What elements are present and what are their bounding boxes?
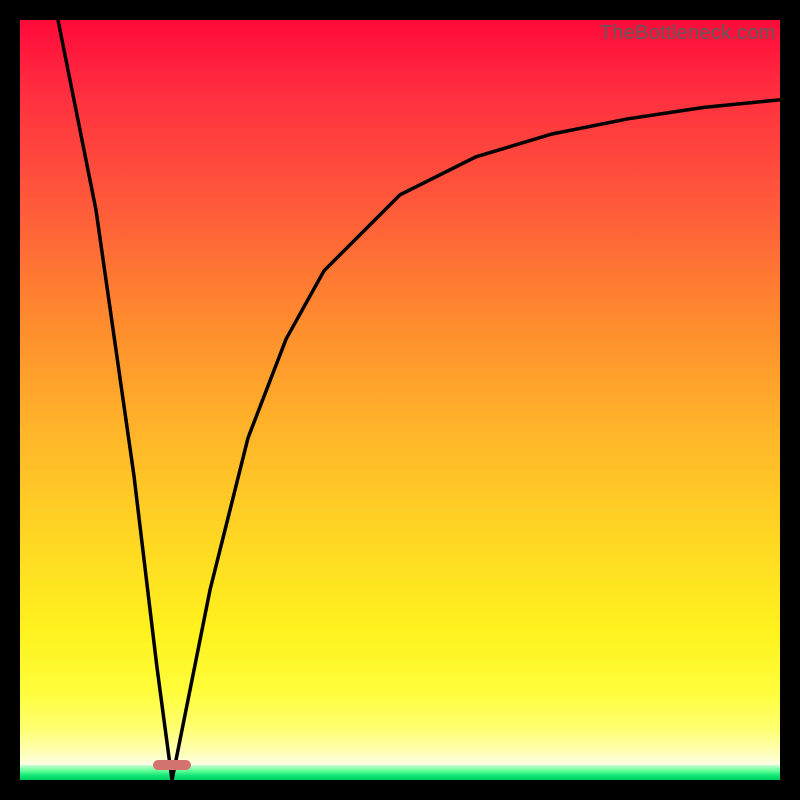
curve-path	[58, 20, 780, 780]
bottleneck-curve	[20, 20, 780, 780]
chart-frame: TheBottleneck.com	[20, 20, 780, 780]
minimum-marker	[153, 760, 191, 770]
